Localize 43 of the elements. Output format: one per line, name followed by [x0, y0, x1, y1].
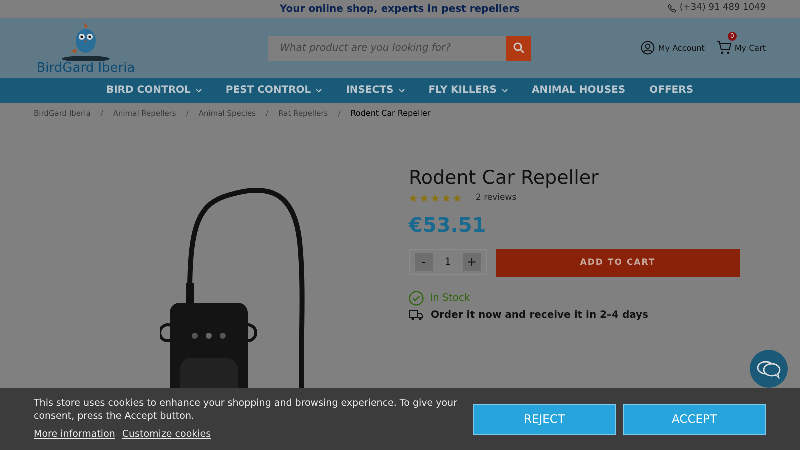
- tagline: Your online shop, experts in pest repellers: [280, 4, 520, 14]
- cart-link[interactable]: My Cart: [734, 44, 766, 52]
- product-title: Rodent Car Repeller: [409, 167, 600, 189]
- nav-menu-item[interactable]: ANIMAL HOUSES: [532, 85, 626, 96]
- stock-status: In Stock: [430, 293, 470, 304]
- nav-menu-item[interactable]: INSECTS: [346, 85, 394, 96]
- nav-menu-item[interactable]: OFFERS: [650, 85, 694, 96]
- cookie-message: This store uses cookies to enhance your shopping and browsing experience. To give your consent, press the Accept button.: [34, 398, 458, 423]
- star-icon: [420, 194, 429, 202]
- nav-menu-item[interactable]: BIRD CONTROL: [106, 85, 191, 96]
- star-icon: [453, 194, 462, 202]
- chat-button[interactable]: [750, 350, 788, 388]
- star-icon: [431, 194, 440, 202]
- nav-menu-item[interactable]: FLY KILLERS: [428, 85, 498, 96]
- decrease-button[interactable]: -: [415, 253, 433, 271]
- chevron-down-icon: [316, 88, 322, 92]
- increase-button[interactable]: +: [463, 253, 481, 271]
- cookie-link[interactable]: More information: [34, 428, 116, 440]
- check-circle-icon: [409, 291, 424, 306]
- reject-button[interactable]: REJECT: [473, 404, 616, 434]
- user-icon: [641, 41, 656, 55]
- search-icon: [512, 42, 524, 54]
- chevron-down-icon: [502, 88, 508, 92]
- nav-menu-item[interactable]: PEST CONTROL: [226, 85, 312, 96]
- phone-icon: [668, 4, 677, 12]
- account-link[interactable]: My Account: [658, 44, 705, 52]
- chevron-down-icon: [196, 88, 202, 92]
- chat-bubbles-icon: [756, 359, 782, 379]
- accept-button[interactable]: ACCEPT: [623, 404, 766, 434]
- reviews-link[interactable]: 2 reviews: [476, 193, 517, 203]
- cart-icon: [716, 41, 732, 55]
- phone-number[interactable]: (+34) 91 489 1049: [680, 3, 766, 13]
- add-to-cart-button[interactable]: ADD TO CART: [496, 249, 740, 277]
- cookie-link[interactable]: Customize cookies: [122, 428, 212, 440]
- star-icon: [409, 194, 418, 202]
- chevron-down-icon: [398, 88, 405, 92]
- delivery-message: Order it now and receive it in 2–4 days: [431, 310, 649, 321]
- product-price: €53.51: [409, 213, 488, 237]
- search-field[interactable]: What product are you looking for?: [268, 36, 506, 60]
- search-button[interactable]: [506, 36, 531, 60]
- truck-icon: [409, 310, 424, 321]
- star-icon: [442, 194, 451, 202]
- quantity-value[interactable]: 1: [437, 256, 459, 268]
